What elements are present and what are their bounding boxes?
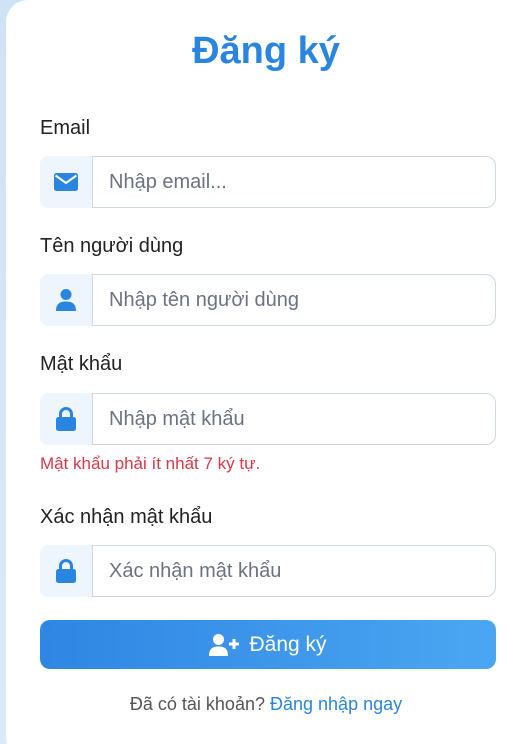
user-icon: [40, 274, 92, 326]
lock-icon: [40, 393, 92, 445]
login-prompt-text: Đã có tài khoản?: [129, 694, 265, 714]
username-label: Tên người dùng: [40, 235, 184, 257]
login-prompt: Đã có tài khoản? Đăng nhập ngay: [6, 694, 526, 715]
password-label: Mật khẩu: [40, 353, 123, 375]
username-input[interactable]: [92, 274, 496, 326]
email-label: Email: [40, 117, 91, 139]
register-button[interactable]: Đăng ký: [40, 620, 496, 669]
user-plus-icon: [209, 633, 240, 656]
register-button-label: Đăng ký: [249, 632, 327, 656]
envelope-icon: [40, 156, 92, 208]
email-input[interactable]: [92, 156, 496, 208]
lock-icon: [40, 545, 92, 597]
page-title: Đăng ký: [192, 30, 340, 72]
username-group: [40, 274, 496, 326]
confirm-password-group: [40, 545, 496, 597]
password-input[interactable]: [92, 393, 496, 445]
password-error-message: Mật khẩu phải ít nhất 7 ký tự.: [40, 454, 261, 473]
login-link[interactable]: Đăng nhập ngay: [270, 694, 402, 714]
confirm-password-label: Xác nhận mật khẩu: [40, 506, 213, 528]
password-group: [40, 393, 496, 445]
confirm-password-input[interactable]: [92, 545, 496, 597]
email-group: [40, 156, 496, 208]
